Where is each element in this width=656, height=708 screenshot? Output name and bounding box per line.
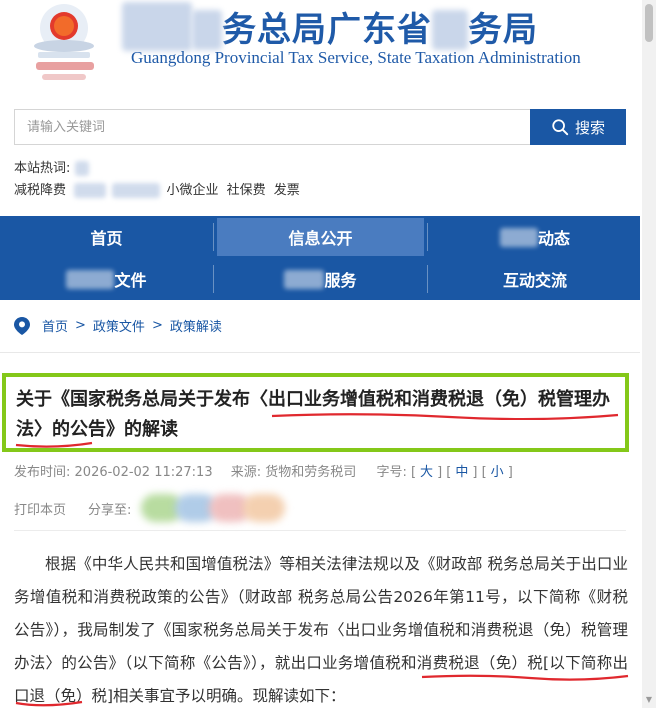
- share-row: 打印本页 分享至:: [14, 494, 286, 522]
- nav-separator: [427, 223, 428, 251]
- nav-policy-suffix: 文件: [114, 271, 147, 290]
- search-input[interactable]: [14, 109, 530, 145]
- hot-word[interactable]: 小微企业: [166, 183, 218, 198]
- hot-word-blurred-2[interactable]: [112, 183, 161, 198]
- font-size-small[interactable]: 小: [491, 465, 504, 480]
- hot-word[interactable]: 发票: [274, 183, 300, 198]
- annotation-underline: [271, 413, 619, 420]
- nav-item-info[interactable]: 信息公开: [217, 218, 424, 256]
- share-label: 分享至:: [88, 502, 132, 518]
- bracket: [: [446, 465, 452, 480]
- nav-item-interact[interactable]: 互动交流: [430, 260, 640, 298]
- hot-word[interactable]: 社保费: [227, 183, 266, 198]
- site-title-cn: 国家国家 务总局广东省 务局: [122, 2, 538, 51]
- nav-item-service[interactable]: 服务: [217, 260, 424, 298]
- nav-service-suffix: 服务: [324, 271, 357, 290]
- font-size-medium[interactable]: 中: [455, 465, 468, 480]
- title-cn-part3: 务局: [468, 10, 538, 50]
- site-header: 国家国家 务总局广东省 务局 Guangdong Provincial Tax …: [0, 0, 656, 100]
- publish-time: 2026-02-02 11:27:13: [74, 465, 213, 480]
- breadcrumb-separator: >: [75, 318, 86, 333]
- hot-label-text: 本站热词:: [14, 161, 71, 176]
- location-pin-icon: [14, 316, 30, 335]
- annotation-underline: [15, 700, 83, 707]
- hot-word-blurred[interactable]: [74, 183, 107, 198]
- annotation-underline: [421, 674, 629, 681]
- hot-word[interactable]: 减税降费: [14, 183, 66, 198]
- title-cn-part1: 国家: [122, 2, 192, 51]
- breadcrumb-interpretation[interactable]: 政策解读: [170, 316, 222, 335]
- divider: [0, 352, 640, 353]
- nav-item-news[interactable]: 动态: [430, 218, 640, 256]
- nav-item-home[interactable]: 首页: [0, 218, 213, 256]
- font-size-label: 字号:: [376, 465, 407, 480]
- annotation-underline: [15, 441, 93, 448]
- breadcrumb-policy[interactable]: 政策文件: [93, 316, 145, 335]
- search-icon: [552, 119, 569, 136]
- hot-words-label: 本站热词:: [14, 157, 89, 176]
- share-icons: [141, 494, 286, 522]
- hot-label-blurred: [74, 161, 89, 176]
- breadcrumb: 首页 > 政策文件 > 政策解读: [14, 316, 222, 335]
- publish-label: 发布时间:: [14, 465, 71, 480]
- nav-separator: [427, 265, 428, 293]
- nav-separator: [213, 265, 214, 293]
- nav-policy-blurred: [66, 269, 115, 289]
- nav-separator: [213, 223, 214, 251]
- search-bar: 搜索: [14, 109, 626, 145]
- print-button[interactable]: 打印本页: [14, 499, 66, 518]
- emblem-logo: [34, 4, 94, 80]
- hot-words-list: 减税降费 小微企业 社保费 发票: [14, 179, 304, 198]
- title-cn-blurred: [192, 10, 222, 50]
- bracket: ]: [472, 465, 478, 480]
- nav-item-policy[interactable]: 文件: [0, 260, 213, 298]
- bracket: [: [410, 465, 417, 480]
- scrollbar-track[interactable]: [642, 0, 656, 708]
- bracket: [: [481, 465, 487, 480]
- nav-news-suffix: 动态: [537, 229, 570, 248]
- scrollbar-thumb[interactable]: [645, 4, 653, 42]
- nav-news-blurred: [499, 227, 538, 247]
- title-cn-blurred-2: [432, 10, 468, 50]
- source-label: 来源:: [230, 465, 262, 480]
- article-paragraph: 根据《中华人民共和国增值税法》等相关法律法规以及《财政部 税务总局关于出口业务增…: [14, 555, 628, 705]
- bracket: ]: [437, 465, 443, 480]
- source-value: 货物和劳务税司: [265, 465, 357, 480]
- bracket: ]: [507, 465, 513, 480]
- divider: [14, 530, 626, 531]
- search-button-label: 搜索: [574, 118, 605, 137]
- scroll-down-icon[interactable]: ▼: [645, 696, 653, 704]
- search-button[interactable]: 搜索: [530, 109, 626, 145]
- more-share-icon[interactable]: [243, 494, 286, 522]
- font-size-large[interactable]: 大: [420, 465, 433, 480]
- breadcrumb-home[interactable]: 首页: [42, 316, 68, 335]
- nav-service-blurred: [284, 269, 325, 289]
- article-body: 根据《中华人民共和国增值税法》等相关法律法规以及《财政部 税务总局关于出口业务增…: [14, 548, 628, 708]
- breadcrumb-separator: >: [151, 318, 163, 333]
- title-cn-part2: 务总局广东省: [222, 10, 432, 50]
- article-meta: 发布时间: 2026-02-02 11:27:13 来源: 货物和劳务税司 字号…: [14, 461, 513, 480]
- site-title-en: Guangdong Provincial Tax Service, State …: [131, 48, 581, 67]
